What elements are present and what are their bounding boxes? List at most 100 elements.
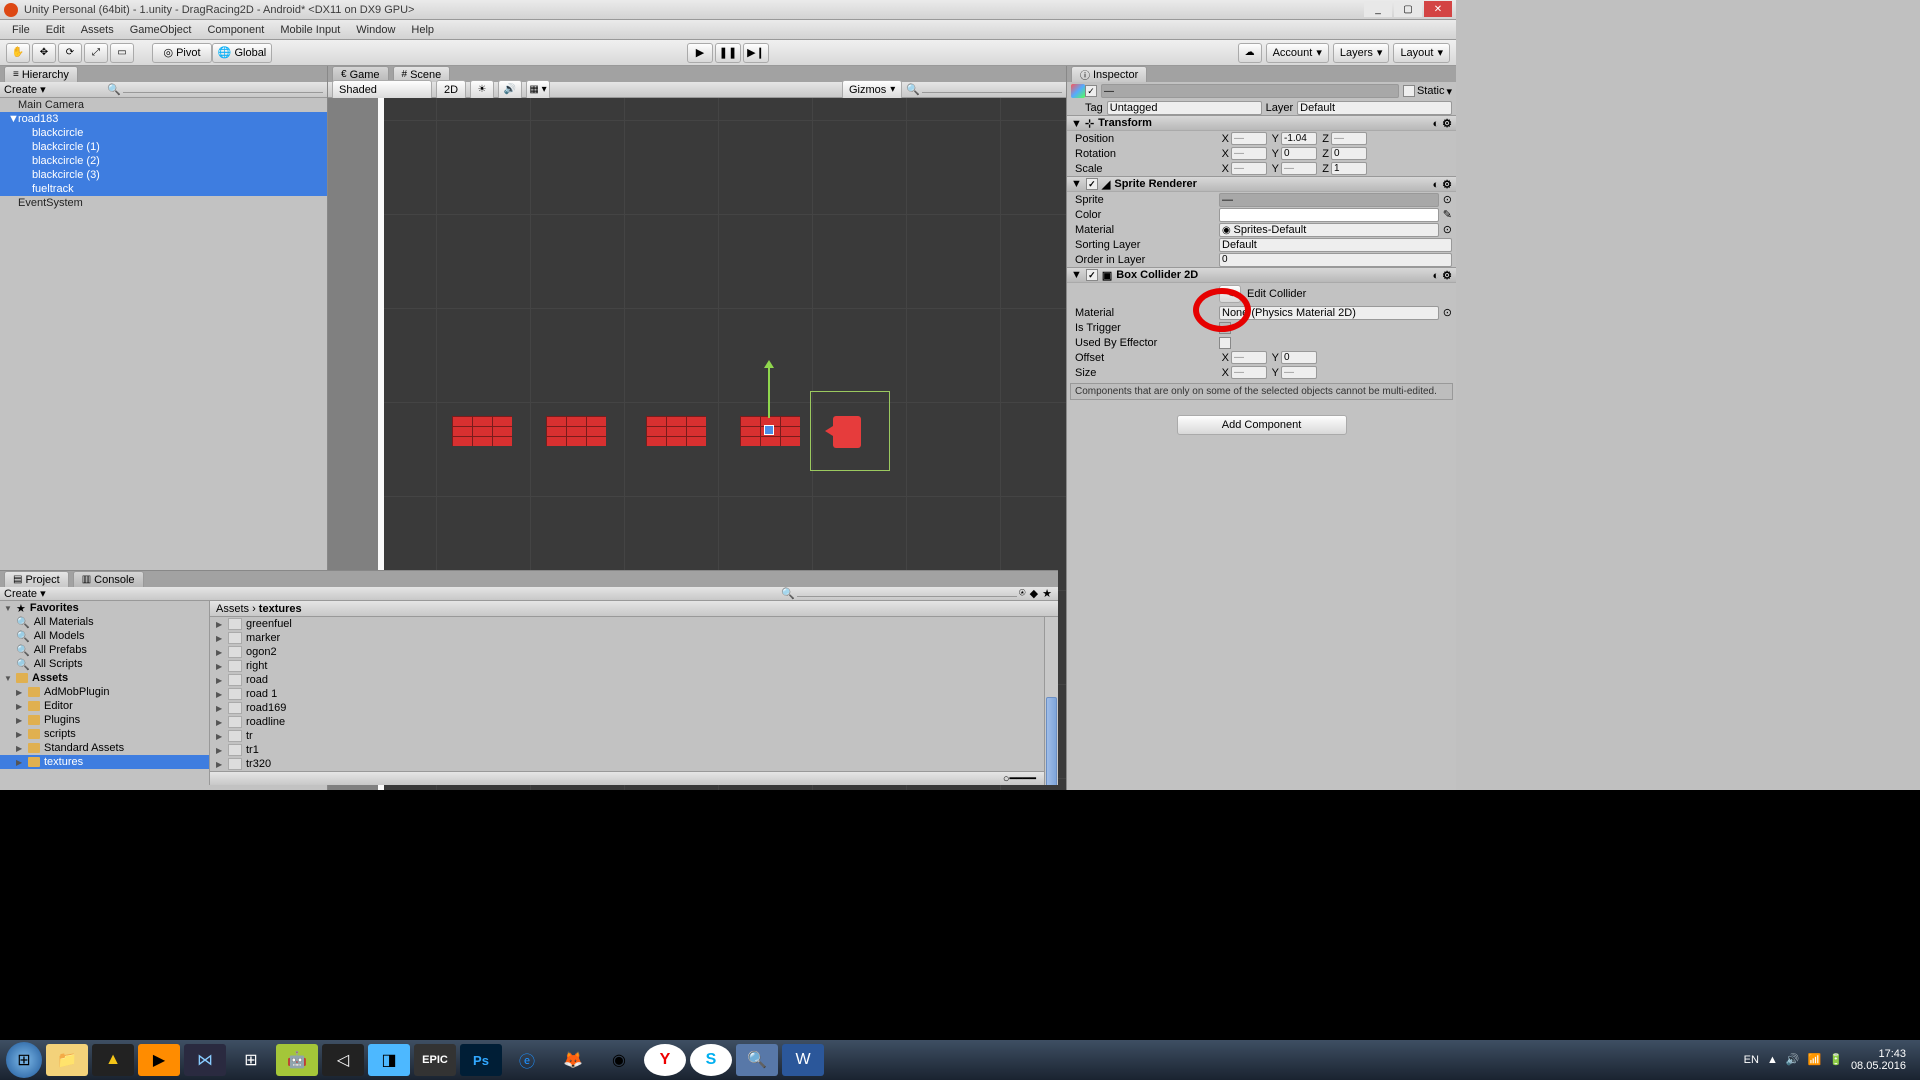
asset-folder[interactable]: ▶ Plugins [0,713,209,727]
box-collider-header[interactable]: ▼ ✓ ▣ Box Collider 2D◐ ⚙ [1067,267,1456,283]
breadcrumb-assets[interactable]: Assets [216,603,249,615]
texture-item[interactable]: ▶ tr1 [210,743,1058,757]
scale-z[interactable] [1331,162,1367,175]
shaded-dropdown[interactable]: Shaded [332,80,432,100]
menu-assets[interactable]: Assets [75,22,120,38]
pause-button[interactable]: ❚❚ [715,43,741,63]
global-button[interactable]: 🌐Global [212,43,272,63]
transform-header[interactable]: ▼ ⊹ Transform◐ ⚙ [1067,115,1456,131]
play-button[interactable]: ▶ [687,43,713,63]
taskbar-chrome[interactable]: ◉ [598,1044,640,1076]
menu-file[interactable]: File [6,22,36,38]
texture-item[interactable]: ▶ road169 [210,701,1058,715]
add-component-button[interactable]: Add Component [1177,415,1347,435]
hierarchy-item[interactable]: ▼road183 [0,112,327,126]
lang-indicator[interactable]: EN [1744,1054,1759,1066]
minimize-button[interactable]: _ [1364,1,1392,17]
collider-material-field[interactable]: None (Physics Material 2D) [1219,306,1439,320]
scale-x[interactable] [1231,162,1267,175]
menu-mobileinput[interactable]: Mobile Input [274,22,346,38]
layer-dropdown[interactable]: Default [1297,101,1452,115]
hand-tool[interactable]: ✋ [6,43,30,63]
move-tool[interactable]: ✥ [32,43,56,63]
used-by-effector-checkbox[interactable] [1219,337,1231,349]
layers-dropdown[interactable]: Layers▾ [1333,43,1390,63]
asset-folder[interactable]: ▶ Editor [0,699,209,713]
favorite-item[interactable]: 🔍 All Scripts [0,657,209,671]
position-z[interactable] [1331,132,1367,145]
order-field[interactable] [1219,253,1452,267]
menu-edit[interactable]: Edit [40,22,71,38]
is-trigger-checkbox[interactable]: ■ [1219,322,1231,334]
taskbar-word[interactable]: W [782,1044,824,1076]
offset-x[interactable] [1231,351,1267,364]
hierarchy-item[interactable]: fueltrack [0,182,327,196]
asset-folder[interactable]: ▶ AdMobPlugin [0,685,209,699]
audio-toggle[interactable]: 🔊 [498,80,522,100]
texture-item[interactable]: ▶ ogon2 [210,645,1058,659]
taskbar-app[interactable]: ⋈ [184,1044,226,1076]
project-create[interactable]: Create ▾ [4,587,46,600]
tray-up-icon[interactable]: ▲ [1767,1054,1778,1066]
taskbar-app[interactable]: ▲ [92,1044,134,1076]
console-tab[interactable]: ▥ Console [73,571,144,587]
inspector-tab[interactable]: ⓘ Inspector [1071,66,1147,82]
scale-y[interactable] [1281,162,1317,175]
account-dropdown[interactable]: Account▾ [1266,43,1329,63]
project-tab[interactable]: ▤ Project [4,571,69,587]
slider-icon[interactable]: ○━━━━ [1003,772,1036,785]
color-field[interactable] [1219,208,1439,222]
fuel-sprite[interactable] [833,416,861,448]
taskbar-app[interactable]: 🔍 [736,1044,778,1076]
project-filter-icon[interactable]: ★ [1040,587,1054,600]
menu-component[interactable]: Component [201,22,270,38]
texture-item[interactable]: ▶ tr320 [210,757,1058,771]
sprite-renderer-header[interactable]: ▼ ✓ ◢ Sprite Renderer◐ ⚙ [1067,176,1456,192]
favorite-item[interactable]: 🔍 All Models [0,629,209,643]
size-x[interactable] [1231,366,1267,379]
texture-item[interactable]: ▶ greenfuel [210,617,1058,631]
hierarchy-item[interactable]: blackcircle (1) [0,140,327,154]
texture-item[interactable]: ▶ marker [210,631,1058,645]
asset-folder[interactable]: ▶ textures [0,755,209,769]
menu-gameobject[interactable]: GameObject [124,22,198,38]
favorites-header[interactable]: ▼★ Favorites [0,601,209,615]
position-x[interactable] [1231,132,1267,145]
hierarchy-item[interactable]: blackcircle [0,126,327,140]
texture-item[interactable]: ▶ roadline [210,715,1058,729]
start-button[interactable]: ⊞ [6,1042,42,1078]
hierarchy-item[interactable]: blackcircle (2) [0,154,327,168]
clock-date[interactable]: 08.05.2016 [1851,1060,1906,1072]
battery-icon[interactable]: 🔋 [1829,1054,1843,1066]
scrollbar[interactable] [1044,617,1058,785]
texture-item[interactable]: ▶ tr [210,729,1058,743]
asset-folder[interactable]: ▶ Standard Assets [0,741,209,755]
hierarchy-item[interactable]: Main Camera [0,98,327,112]
brick-sprite[interactable] [546,416,606,446]
step-button[interactable]: ▶❙ [743,43,769,63]
taskbar-unity[interactable]: ◁ [322,1044,364,1076]
maximize-button[interactable]: ▢ [1394,1,1422,17]
taskbar-app[interactable]: ▶ [138,1044,180,1076]
material-field[interactable]: ◉ Sprites-Default [1219,223,1439,237]
favorite-item[interactable]: 🔍 All Prefabs [0,643,209,657]
edit-collider-button[interactable]: ✎ [1219,285,1241,303]
project-filter-icon[interactable]: ◆ [1028,587,1040,600]
hierarchy-item[interactable]: blackcircle (3) [0,168,327,182]
taskbar-android[interactable]: 🤖 [276,1044,318,1076]
clock-time[interactable]: 17:43 [1851,1048,1906,1060]
taskbar-app[interactable]: ◨ [368,1044,410,1076]
move-gizmo-y[interactable] [768,368,770,418]
rotation-z[interactable] [1331,147,1367,160]
sorting-layer-field[interactable]: Default [1219,238,1452,252]
hierarchy-tab[interactable]: ≡ Hierarchy [4,66,78,82]
taskbar-yandex[interactable]: Y [644,1044,686,1076]
taskbar-firefox[interactable]: 🦊 [552,1044,594,1076]
menu-help[interactable]: Help [405,22,440,38]
taskbar-ie[interactable]: ⓔ [506,1044,548,1076]
taskbar-epic[interactable]: EPIC [414,1044,456,1076]
position-y[interactable] [1281,132,1317,145]
2d-toggle[interactable]: 2D [436,80,466,100]
assets-header[interactable]: ▼ Assets [0,671,209,685]
texture-item[interactable]: ▶ road 1 [210,687,1058,701]
